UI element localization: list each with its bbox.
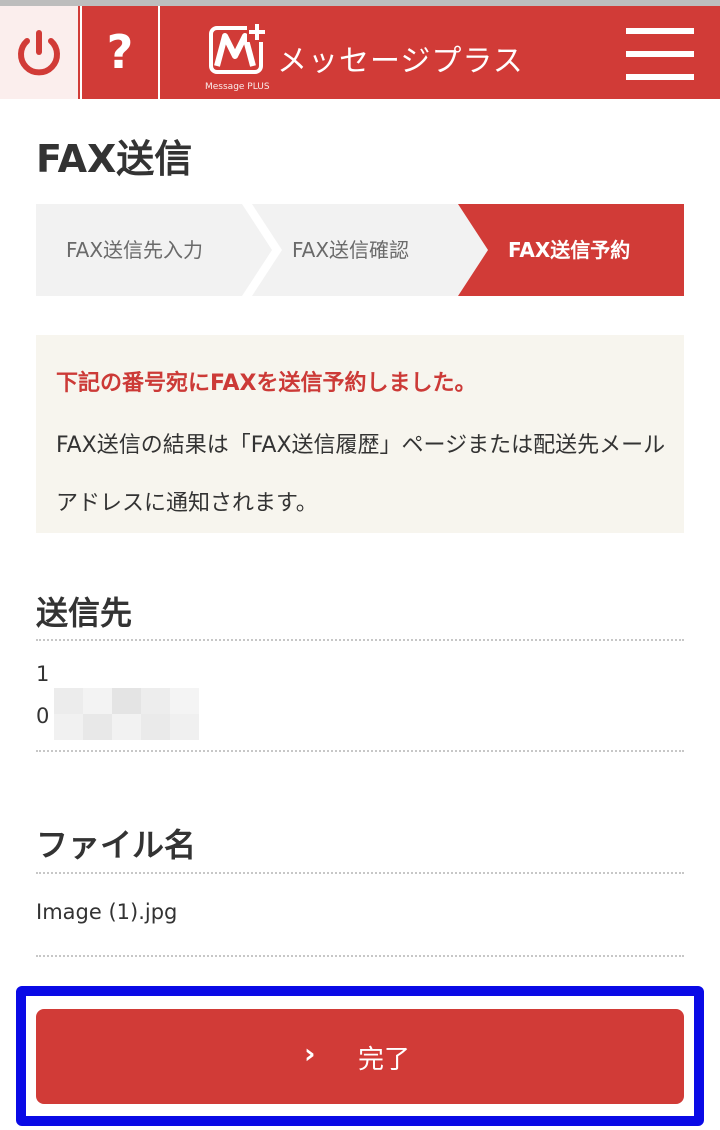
recipient-line-1: 1 xyxy=(36,662,50,686)
divider xyxy=(36,955,684,957)
menu-bar-icon xyxy=(626,74,694,80)
power-icon xyxy=(18,30,60,76)
app-name: メッセージプラス xyxy=(277,44,524,79)
menu-bar-icon xyxy=(626,51,694,57)
step-3-label-active: FAX送信予約 xyxy=(508,238,631,262)
redacted-number-mosaic xyxy=(54,688,199,740)
divider xyxy=(36,872,684,874)
step-1-label: FAX送信先入力 xyxy=(66,238,204,262)
divider xyxy=(36,639,684,641)
notice-title: 下記の番号宛にFAXを送信予約しました。 xyxy=(56,371,477,396)
done-button[interactable]: › 完了 xyxy=(36,1009,684,1104)
recipient-line-2: 0 xyxy=(36,704,50,728)
chevron-right-icon: › xyxy=(304,1037,316,1070)
file-section-title: ファイル名 xyxy=(36,826,197,864)
logo-subtext: Message PLUS xyxy=(205,82,270,92)
power-button[interactable] xyxy=(0,6,78,99)
progress-steps: FAX送信先入力 FAX送信確認 FAX送信予約 xyxy=(36,204,684,296)
notice-box: 下記の番号宛にFAXを送信予約しました。 FAX送信の結果は「FAX送信履歴」ペ… xyxy=(36,335,684,533)
menu-bar-icon xyxy=(626,28,694,34)
help-button[interactable]: ? xyxy=(80,6,160,99)
file-name-value: Image (1).jpg xyxy=(36,900,178,924)
message-plus-logo-icon xyxy=(209,22,267,74)
step-2-label: FAX送信確認 xyxy=(292,238,410,262)
notice-body: FAX送信の結果は「FAX送信履歴」ページまたは配送先メールアドレスに通知されま… xyxy=(56,433,666,516)
recipient-section-title: 送信先 xyxy=(36,594,133,632)
divider xyxy=(36,750,684,752)
app-header: ? メッセージプラス Message PLUS xyxy=(0,6,720,99)
question-icon: ? xyxy=(106,25,134,79)
hamburger-menu-button[interactable] xyxy=(626,28,696,80)
page-title: FAX送信 xyxy=(36,137,193,181)
app-logo: メッセージプラス Message PLUS xyxy=(205,20,525,94)
done-button-label: 完了 xyxy=(358,1045,411,1075)
